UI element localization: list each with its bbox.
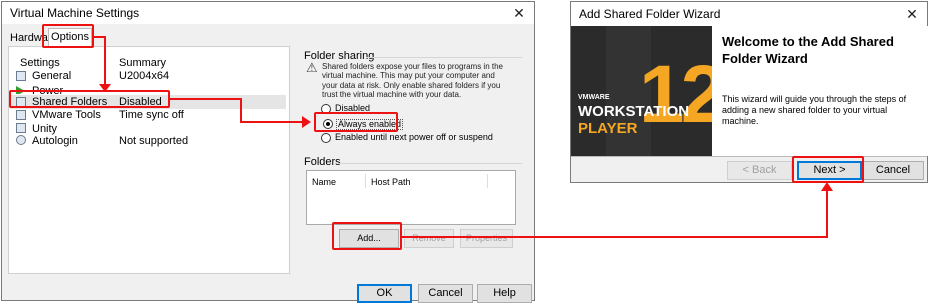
arrow-head-icon <box>821 182 833 191</box>
folders-table[interactable]: Name Host Path <box>306 170 516 225</box>
banner-brand: VMWARE <box>578 94 610 101</box>
radio-enabled-until-power-off-circle[interactable] <box>321 133 331 143</box>
wizard-banner: 12 VMWARE WORKSTATION PLAYER <box>571 26 712 156</box>
help-button[interactable]: Help <box>477 284 532 303</box>
arrow-add-to-next-h <box>402 236 828 238</box>
banner-version: 12 <box>639 49 712 140</box>
wizard-heading: Welcome to the Add Shared Folder Wizard <box>722 34 894 66</box>
ok-button[interactable]: OK <box>357 284 412 303</box>
list-item-general[interactable]: General U2004x64 <box>10 70 286 83</box>
wizard-title: Add Shared Folder Wizard <box>579 7 721 21</box>
column-header-summary: Summary <box>119 57 167 69</box>
column-header-settings: Settings <box>20 57 60 69</box>
unity-icon <box>16 123 26 133</box>
highlight-always-enabled <box>314 112 398 132</box>
folders-group-title: Folders <box>304 156 341 168</box>
folder-properties-button[interactable]: Properties <box>460 229 513 248</box>
wizard-window: Add Shared Folder Wizard ✕ 12 VMWARE WOR… <box>570 1 928 183</box>
cancel-button[interactable]: Cancel <box>418 284 473 303</box>
arrow-shared-to-radio-v <box>240 99 242 122</box>
remove-folder-button[interactable]: Remove <box>404 229 454 248</box>
autologin-icon <box>16 135 26 145</box>
close-icon[interactable]: ✕ <box>504 2 534 24</box>
list-item-autologin[interactable]: Autologin Not supported <box>10 134 286 147</box>
arrow-head-icon <box>302 116 311 128</box>
wizard-footer-divider <box>571 156 927 157</box>
folders-divider <box>338 163 522 164</box>
arrow-shared-to-radio-h1 <box>170 98 242 100</box>
highlight-next-button <box>792 156 864 183</box>
arrow-add-to-next-v <box>826 190 828 238</box>
folder-sharing-warning: Shared folders expose your files to prog… <box>322 62 503 100</box>
wizard-titlebar: Add Shared Folder Wizard ✕ <box>571 2 927 26</box>
vm-settings-titlebar: Virtual Machine Settings ✕ <box>2 2 534 24</box>
wizard-body-text: This wizard will guide you through the s… <box>722 94 907 126</box>
folders-column-divider <box>365 174 366 188</box>
banner-product-1: WORKSTATION <box>578 103 690 120</box>
folders-column-divider <box>487 174 488 188</box>
highlight-options-tab <box>42 24 94 48</box>
arrow-shared-to-radio-h2 <box>240 121 304 123</box>
wizard-cancel-button[interactable]: Cancel <box>862 161 924 180</box>
highlight-shared-folders <box>9 90 170 108</box>
arrow-options-to-shared <box>104 36 106 90</box>
warning-icon: ⚠ <box>306 60 318 75</box>
highlight-add-button <box>332 222 402 250</box>
vm-settings-title: Virtual Machine Settings <box>10 6 140 20</box>
back-button[interactable]: < Back <box>727 161 792 180</box>
banner-product-2: PLAYER <box>578 120 638 137</box>
arrow-options-horizontal <box>94 36 106 38</box>
radio-enabled-until-power-off[interactable]: Enabled until next power off or suspend <box>321 132 521 144</box>
folders-column-name[interactable]: Name <box>312 177 336 187</box>
folders-column-host-path[interactable]: Host Path <box>371 177 411 187</box>
vmware-tools-icon <box>16 110 26 120</box>
folder-sharing-divider <box>366 57 522 58</box>
wizard-close-icon[interactable]: ✕ <box>897 2 927 26</box>
general-icon <box>16 71 26 81</box>
